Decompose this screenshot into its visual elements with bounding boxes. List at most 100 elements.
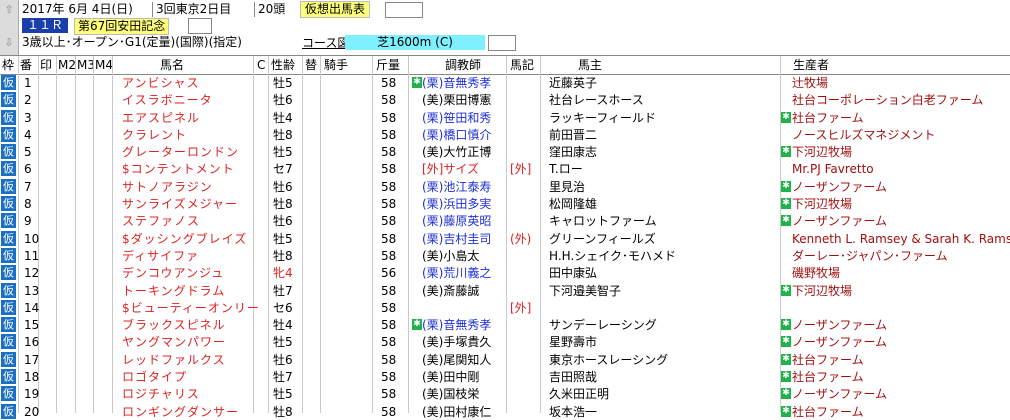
table-row[interactable]: 仮 15 ブラックスピネル 牡4 58 ✱ (栗)音無秀孝 サンデーレーシング ✱ ノーザンファー…: [0, 316, 1010, 333]
waku-badge[interactable]: 仮: [1, 265, 16, 281]
waku-badge[interactable]: 仮: [1, 230, 16, 246]
trainer[interactable]: (美)小島太: [422, 248, 479, 264]
owner[interactable]: 吉田照哉: [549, 369, 597, 385]
next-race-icon[interactable]: ⇩: [3, 36, 15, 50]
horse-name[interactable]: サトノアラジン: [122, 179, 213, 195]
waku-badge[interactable]: 仮: [1, 178, 16, 194]
table-row[interactable]: 仮 14 $ビューティーオンリー セ6 58 [外]: [0, 299, 1010, 316]
owner[interactable]: 近藤英子: [549, 75, 597, 91]
trainer[interactable]: (栗)音無秀孝: [422, 75, 491, 91]
trainer[interactable]: [外]サイズ: [422, 161, 479, 177]
table-row[interactable]: 仮 2 イスラボニータ 牡6 58 (美)栗田博憲 社台レースホース 社台コーポレーション白老…: [0, 91, 1010, 108]
horse-name[interactable]: トーキングドラム: [122, 283, 225, 299]
horse-name[interactable]: $ビューティーオンリー: [122, 300, 260, 316]
horse-name[interactable]: $コンテントメント: [122, 161, 235, 177]
waku-badge[interactable]: 仮: [1, 369, 16, 385]
table-row[interactable]: 仮 7 サトノアラジン 牡6 58 (栗)池江泰寿 里見治 ✱ ノーザンファーム: [0, 178, 1010, 195]
trainer[interactable]: (栗)荒川義之: [422, 265, 491, 281]
breeder[interactable]: ノーザンファーム: [792, 179, 887, 195]
owner[interactable]: 田中康弘: [549, 265, 597, 281]
table-row[interactable]: 仮 5 グレーターロンドン 牡5 58 (美)大竹正博 窪田康志 ✱ 下河辺牧場: [0, 143, 1010, 160]
trainer[interactable]: (美)国枝栄: [422, 386, 479, 402]
waku-badge[interactable]: 仮: [1, 351, 16, 367]
table-row[interactable]: 仮 1 アンビシャス 牡5 58 ✱ (栗)音無秀孝 近藤英子 辻牧場: [0, 74, 1010, 91]
table-row[interactable]: 仮 6 $コンテントメント セ7 58 [外]サイズ [外] T.ロー Mr.PJ Favret…: [0, 160, 1010, 177]
table-row[interactable]: 仮 8 サンライズメジャー 牡8 58 (栗)浜田多実 松岡隆雄 ✱ 下河辺牧場: [0, 195, 1010, 212]
owner[interactable]: 松岡隆雄: [549, 196, 597, 212]
horse-name[interactable]: $ダッシングブレイズ: [122, 231, 247, 247]
breeder[interactable]: 社台ファーム: [792, 369, 864, 385]
horse-name[interactable]: ロンギングダンサー: [122, 404, 239, 420]
horse-name[interactable]: デンコウアンジュ: [122, 265, 224, 281]
waku-badge[interactable]: 仮: [1, 386, 16, 402]
owner[interactable]: ラッキーフィールド: [549, 110, 656, 126]
waku-badge[interactable]: 仮: [1, 282, 16, 298]
breeder[interactable]: 社台ファーム: [792, 110, 864, 126]
table-row[interactable]: 仮 12 デンコウアンジュ 牝4 56 (栗)荒川義之 田中康弘 磯野牧場: [0, 264, 1010, 281]
table-row[interactable]: 仮 13 トーキングドラム 牡7 58 (美)斎藤誠 下河邉美智子 ✱ 下河辺牧場: [0, 282, 1010, 299]
horse-name[interactable]: グレーターロンドン: [122, 144, 239, 160]
trainer[interactable]: (栗)笹田和秀: [422, 110, 491, 126]
trainer[interactable]: (栗)池江泰寿: [422, 179, 491, 195]
owner[interactable]: 窪田康志: [549, 144, 597, 160]
owner[interactable]: グリーンフィールズ: [549, 231, 656, 247]
prev-race-icon[interactable]: ⇧: [3, 3, 15, 17]
breeder[interactable]: 磯野牧場: [792, 265, 840, 281]
owner[interactable]: 坂本浩一: [549, 404, 597, 420]
breeder[interactable]: 辻牧場: [792, 75, 828, 91]
waku-badge[interactable]: 仮: [1, 213, 16, 229]
breeder[interactable]: 下河辺牧場: [792, 144, 852, 160]
waku-badge[interactable]: 仮: [1, 126, 16, 142]
table-row[interactable]: 仮 19 ロジチャリス 牡5 58 (美)国枝栄 久米田正明 ✱ ノーザンファーム: [0, 385, 1010, 402]
breeder[interactable]: 下河辺牧場: [792, 283, 852, 299]
owner[interactable]: 里見治: [549, 179, 585, 195]
table-row[interactable]: 仮 9 ステファノス 牡6 58 (栗)藤原英昭 キャロットファーム ✱ ノーザンファーム: [0, 212, 1010, 229]
table-row[interactable]: 仮 11 ディサイファ 牡8 58 (美)小島太 H.H.シェイク･モハメド ダーレー･ジャパ…: [0, 247, 1010, 264]
trainer[interactable]: (栗)吉村圭司: [422, 231, 491, 247]
trainer[interactable]: (栗)藤原英昭: [422, 213, 491, 229]
horse-name[interactable]: ヤングマンパワー: [122, 334, 226, 350]
trainer[interactable]: (栗)橋口慎介: [422, 127, 491, 143]
table-row[interactable]: 仮 16 ヤングマンパワー 牡5 58 (美)手塚貴久 星野壽市 ✱ ノーザンファーム: [0, 333, 1010, 350]
trainer[interactable]: (美)斎藤誠: [422, 283, 479, 299]
waku-badge[interactable]: 仮: [1, 161, 16, 177]
horse-name[interactable]: イスラボニータ: [122, 92, 213, 108]
breeder[interactable]: ノーザンファーム: [792, 386, 887, 402]
horse-name[interactable]: エアスピネル: [122, 110, 200, 126]
breeder[interactable]: ノーザンファーム: [792, 317, 887, 333]
owner[interactable]: 星野壽市: [549, 334, 597, 350]
owner[interactable]: 前田晋二: [549, 127, 597, 143]
waku-badge[interactable]: 仮: [1, 317, 16, 333]
waku-badge[interactable]: 仮: [1, 299, 16, 315]
owner[interactable]: H.H.シェイク･モハメド: [549, 248, 676, 264]
horse-name[interactable]: サンライズメジャー: [122, 196, 238, 212]
horse-name[interactable]: ステファノス: [122, 213, 200, 229]
table-row[interactable]: 仮 18 ロゴタイプ 牡7 58 (美)田中剛 吉田照哉 ✱ 社台ファーム: [0, 368, 1010, 385]
table-row[interactable]: 仮 4 クラレント 牡8 58 (栗)橋口慎介 前田晋二 ノースヒルズマネジメント: [0, 126, 1010, 143]
card-extra-field[interactable]: [385, 2, 423, 18]
trainer[interactable]: (栗)浜田多実: [422, 196, 491, 212]
breeder[interactable]: 社台ファーム: [792, 404, 864, 420]
waku-badge[interactable]: 仮: [1, 196, 16, 212]
race-title-field[interactable]: [188, 18, 212, 34]
table-row[interactable]: 仮 3 エアスピネル 牡4 58 (栗)笹田和秀 ラッキーフィールド ✱ 社台ファーム: [0, 109, 1010, 126]
owner[interactable]: 東京ホースレーシング: [549, 352, 668, 368]
breeder[interactable]: Kenneth L. Ramsey & Sarah K. Ramsey: [792, 231, 1010, 247]
trainer[interactable]: (美)田村康仁: [422, 404, 491, 420]
breeder[interactable]: 社台コーポレーション白老ファーム: [792, 92, 983, 108]
trainer[interactable]: (美)栗田博憲: [422, 92, 491, 108]
trainer[interactable]: (美)田中剛: [422, 369, 479, 385]
breeder[interactable]: 下河辺牧場: [792, 196, 852, 212]
horse-name[interactable]: クラレント: [122, 127, 187, 143]
waku-badge[interactable]: 仮: [1, 403, 16, 419]
owner[interactable]: キャロットファーム: [549, 213, 657, 229]
breeder[interactable]: ノーザンファーム: [792, 334, 887, 350]
trainer[interactable]: (美)尾関知人: [422, 352, 491, 368]
owner[interactable]: 社台レースホース: [549, 92, 644, 108]
waku-badge[interactable]: 仮: [1, 247, 16, 263]
owner[interactable]: 久米田正明: [549, 386, 609, 402]
table-row[interactable]: 仮 20 ロンギングダンサー 牡8 58 (美)田村康仁 坂本浩一 ✱ 社台ファーム: [0, 403, 1010, 420]
breeder[interactable]: ノーザンファーム: [792, 213, 887, 229]
trainer[interactable]: (栗)音無秀孝: [422, 317, 491, 333]
horse-name[interactable]: ブラックスピネル: [122, 317, 226, 333]
